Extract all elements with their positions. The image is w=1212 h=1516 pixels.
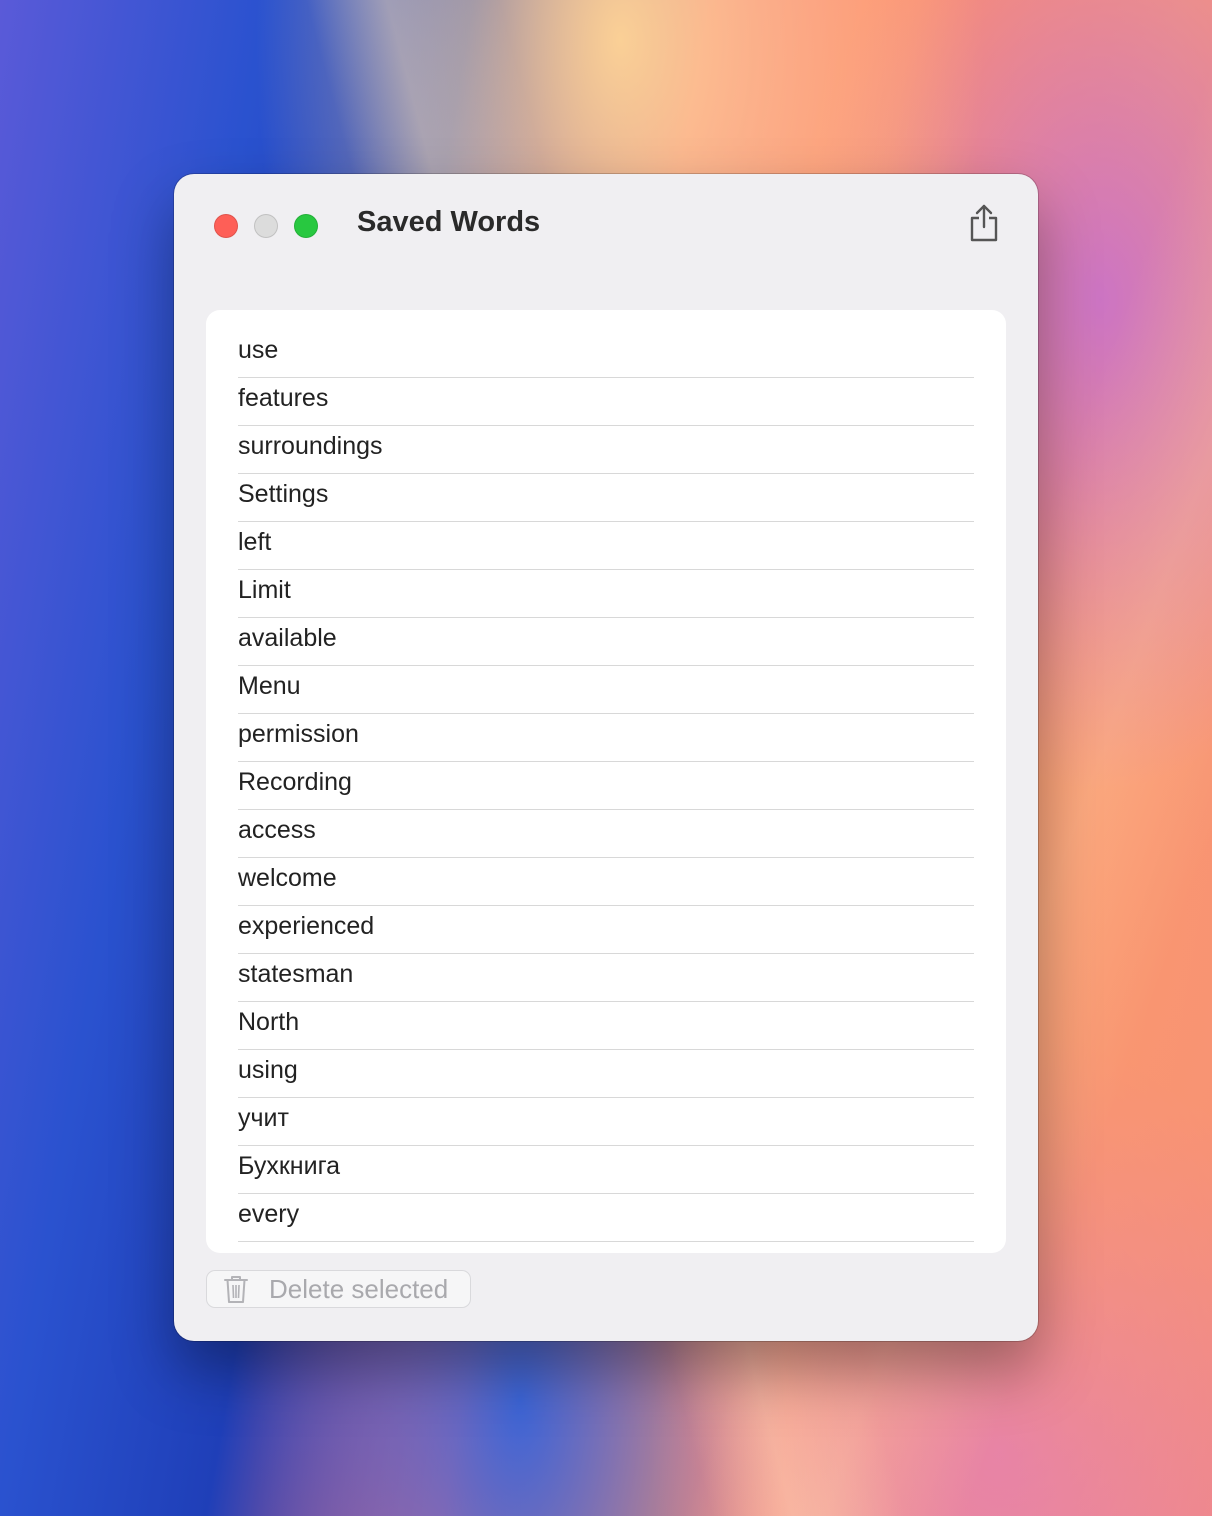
minimize-button[interactable] (254, 214, 278, 238)
word-row[interactable]: using (238, 1050, 974, 1098)
word-row[interactable]: учит (238, 1098, 974, 1146)
word-row[interactable]: Бухкнига (238, 1146, 974, 1194)
word-label: left (238, 528, 272, 556)
word-label: features (238, 384, 329, 412)
word-row[interactable]: available (238, 618, 974, 666)
word-row[interactable]: left (238, 522, 974, 570)
word-label: available (238, 624, 337, 652)
word-row[interactable]: Limit (238, 570, 974, 618)
word-label: permission (238, 720, 359, 748)
saved-words-window: Saved Words use features surroundings Setti… (174, 174, 1038, 1341)
word-label: Бухкнига (238, 1152, 341, 1180)
share-icon (968, 203, 1000, 248)
word-label: using (238, 1056, 298, 1084)
word-row[interactable]: access (238, 810, 974, 858)
word-label: surroundings (238, 432, 383, 460)
trash-icon (223, 1274, 249, 1304)
word-row[interactable]: North (238, 1002, 974, 1050)
word-label: use (238, 336, 279, 364)
window-title: Saved Words (357, 206, 541, 238)
close-button[interactable] (214, 214, 238, 238)
word-label: access (238, 816, 316, 844)
word-row[interactable]: statesman (238, 954, 974, 1002)
word-row[interactable]: experienced (238, 906, 974, 954)
saved-words-list[interactable]: use features surroundings Settings left Limit… (206, 310, 1006, 1253)
word-row[interactable]: welcome (238, 858, 974, 906)
share-button[interactable] (966, 204, 1002, 246)
word-label: North (238, 1008, 300, 1036)
word-row[interactable]: permission (238, 714, 974, 762)
word-row[interactable]: Menu (238, 666, 974, 714)
word-row[interactable]: features (238, 378, 974, 426)
word-row[interactable]: Settings (238, 474, 974, 522)
word-label: every (238, 1200, 300, 1228)
word-row[interactable]: surroundings (238, 426, 974, 474)
word-label: Recording (238, 768, 352, 796)
word-label: учит (238, 1104, 289, 1132)
word-label: Settings (238, 480, 329, 508)
delete-selected-label: Delete selected (269, 1273, 449, 1304)
word-label: statesman (238, 960, 354, 988)
word-row[interactable]: every (238, 1194, 974, 1242)
word-label: welcome (238, 864, 337, 892)
word-label: Menu (238, 672, 301, 700)
word-row[interactable]: use (238, 330, 974, 378)
word-row[interactable]: Recording (238, 762, 974, 810)
delete-selected-button[interactable]: Delete selected (206, 1270, 471, 1308)
maximize-button[interactable] (294, 214, 318, 238)
word-label: experienced (238, 912, 375, 940)
word-label: Limit (238, 576, 291, 604)
